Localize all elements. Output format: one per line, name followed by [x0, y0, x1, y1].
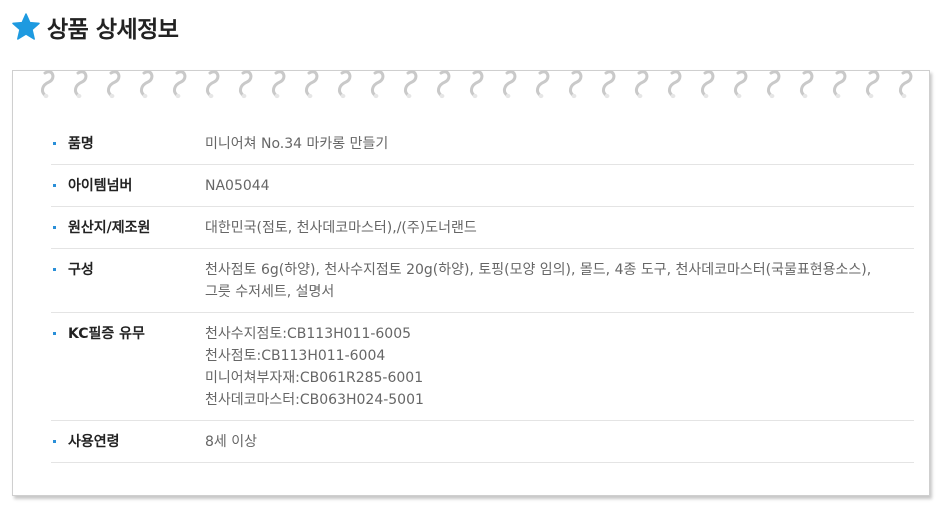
product-info-card: 품명 미니어쳐 No.34 마카롱 만들기 아이템넘버 NA05044 원산지/… [12, 70, 930, 496]
bullet-icon [53, 142, 56, 145]
row-value-line: NA05044 [205, 178, 270, 194]
spiral-ring-icon [733, 70, 748, 99]
spiral-ring-icon [73, 70, 88, 99]
row-value: 천사수지점토:CB113H011-6005 천사점토:CB113H011-600… [205, 323, 914, 411]
info-row-origin-manufacturer: 원산지/제조원 대한민국(점토, 천사데코마스터),/(주)도너랜드 [51, 207, 914, 249]
spiral-ring-icon [172, 70, 187, 99]
row-value-line: 천사점토 6g(하양), 천사수지점토 20g(하양), 토핑(모양 임의), … [205, 262, 872, 278]
spiral-ring-icon [403, 70, 418, 99]
spiral-ring-icon [205, 70, 220, 99]
star-icon [12, 13, 40, 40]
spiral-ring-icon [502, 70, 517, 99]
spiral-ring-icon [799, 70, 814, 99]
row-value: NA05044 [205, 175, 914, 197]
row-label: 원산지/제조원 [68, 220, 151, 236]
info-row-composition: 구성 천사점토 6g(하양), 천사수지점토 20g(하양), 토핑(모양 임의… [51, 249, 914, 313]
spiral-ring-icon [832, 70, 847, 99]
spiral-ring-icon [700, 70, 715, 99]
row-label: 품명 [68, 136, 94, 152]
row-label: 사용연령 [68, 434, 120, 450]
spiral-ring-icon [139, 70, 154, 99]
spiral-binding-decoration [40, 70, 913, 99]
row-label: 구성 [68, 262, 94, 278]
spiral-ring-icon [601, 70, 616, 99]
bullet-icon [53, 440, 56, 443]
bullet-icon [53, 268, 56, 271]
row-label: 아이템넘버 [68, 178, 133, 194]
info-row-item-number: 아이템넘버 NA05044 [51, 165, 914, 207]
spiral-ring-icon [337, 70, 352, 99]
row-label: KC필증 유무 [68, 326, 145, 342]
spiral-ring-icon [40, 70, 55, 99]
spiral-ring-icon [535, 70, 550, 99]
spiral-ring-icon [436, 70, 451, 99]
row-value-line: 천사수지점토:CB113H011-6005 [205, 326, 412, 342]
info-row-product-name: 품명 미니어쳐 No.34 마카롱 만들기 [51, 123, 914, 165]
spiral-ring-icon [271, 70, 286, 99]
section-title: 상품 상세정보 [47, 17, 179, 43]
spiral-ring-icon [469, 70, 484, 99]
bullet-icon [53, 226, 56, 229]
info-row-kc-certification: KC필증 유무 천사수지점토:CB113H011-6005 천사점토:CB113… [51, 313, 914, 421]
spiral-ring-icon [766, 70, 781, 99]
row-value-line: 천사점토:CB113H011-6004 [205, 348, 386, 364]
row-value-line: 그릇 수저세트, 설명서 [205, 284, 335, 300]
spiral-ring-icon [634, 70, 649, 99]
spiral-ring-icon [667, 70, 682, 99]
spiral-ring-icon [304, 70, 319, 99]
row-value: 천사점토 6g(하양), 천사수지점토 20g(하양), 토핑(모양 임의), … [205, 259, 914, 303]
row-value-line: 천사데코마스터:CB063H024-5001 [205, 392, 424, 408]
spiral-ring-icon [370, 70, 385, 99]
product-info-table: 품명 미니어쳐 No.34 마카롱 만들기 아이템넘버 NA05044 원산지/… [51, 123, 914, 463]
spiral-ring-icon [898, 70, 913, 99]
row-value: 대한민국(점토, 천사데코마스터),/(주)도너랜드 [205, 217, 914, 239]
spiral-ring-icon [106, 70, 121, 99]
spiral-ring-icon [865, 70, 880, 99]
row-value: 8세 이상 [205, 431, 914, 453]
spiral-ring-icon [568, 70, 583, 99]
section-header: 상품 상세정보 [12, 10, 179, 44]
bullet-icon [53, 332, 56, 335]
row-value: 미니어쳐 No.34 마카롱 만들기 [205, 133, 914, 155]
row-value-line: 미니어쳐 No.34 마카롱 만들기 [205, 136, 389, 152]
row-value-line: 대한민국(점토, 천사데코마스터),/(주)도너랜드 [205, 220, 477, 236]
row-value-line: 8세 이상 [205, 434, 257, 450]
bullet-icon [53, 184, 56, 187]
row-value-line: 미니어쳐부자재:CB061R285-6001 [205, 370, 424, 386]
info-row-age: 사용연령 8세 이상 [51, 421, 914, 463]
spiral-ring-icon [238, 70, 253, 99]
